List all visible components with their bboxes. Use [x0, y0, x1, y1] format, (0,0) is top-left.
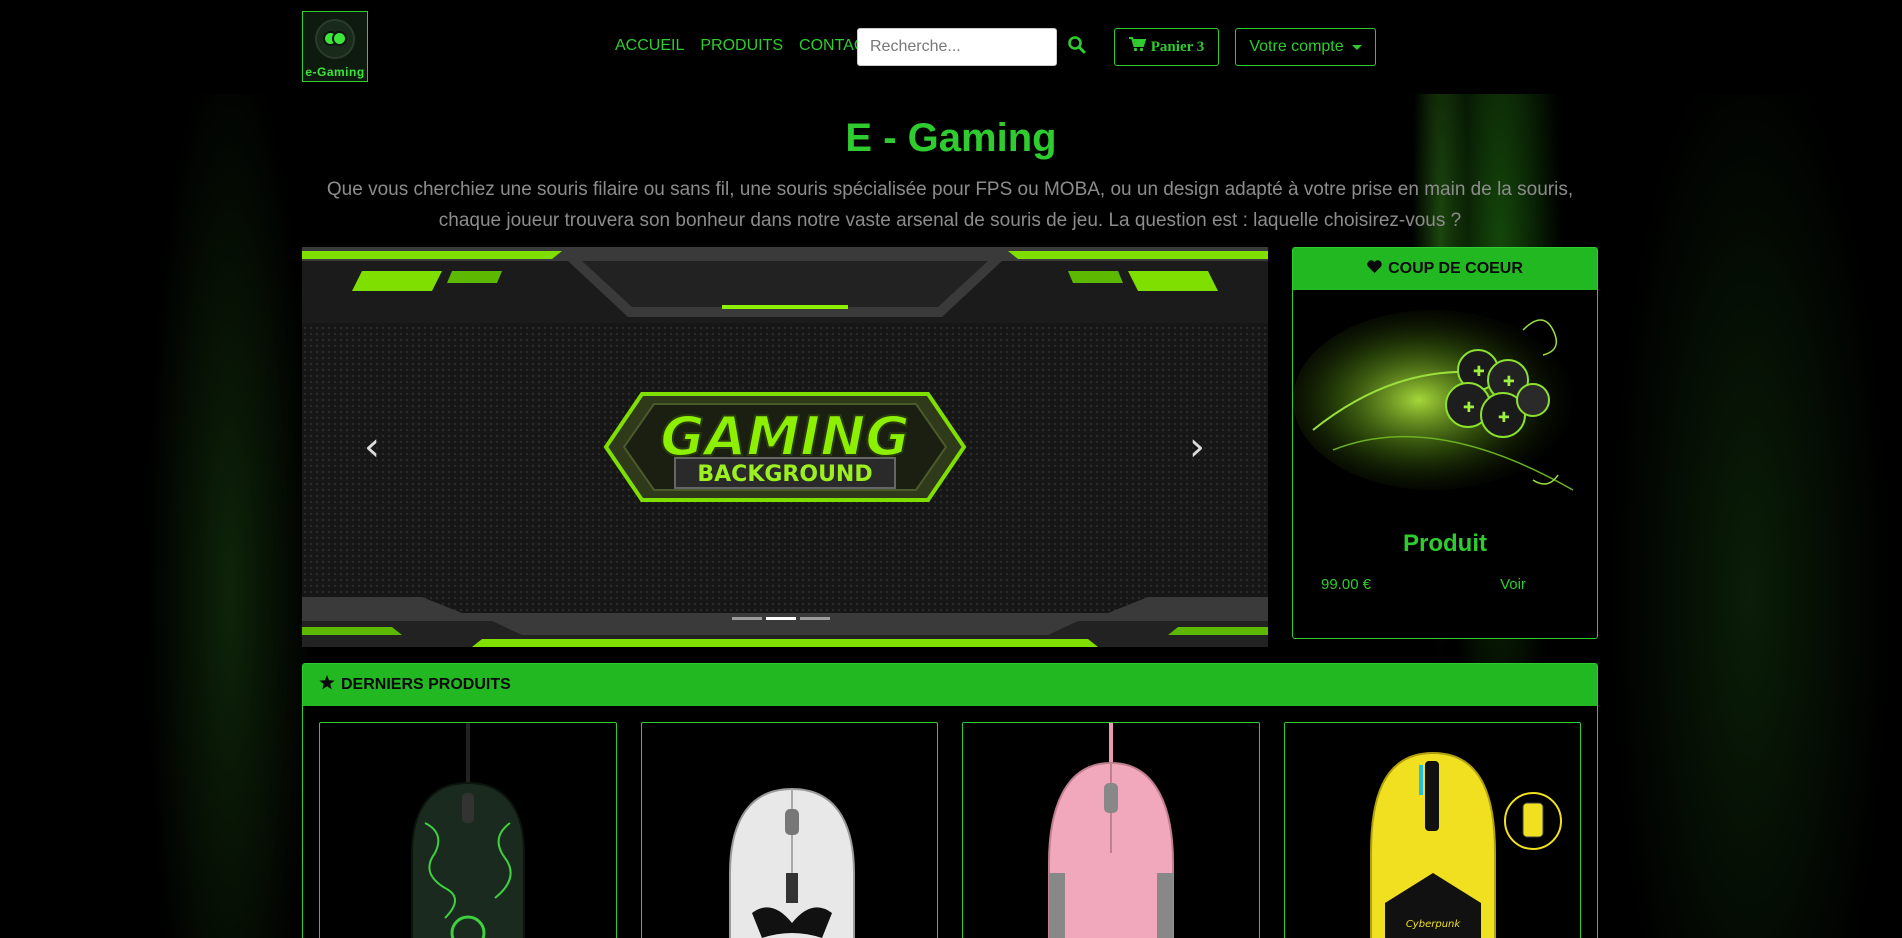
product-card[interactable]: [962, 722, 1260, 938]
pink-mouse-icon: [1048, 723, 1174, 938]
coup-de-coeur-price: 99.00 €: [1321, 576, 1372, 593]
coup-de-coeur-footer: 99.00 € Voir: [1293, 576, 1597, 593]
account-dropdown[interactable]: Votre compte: [1235, 28, 1376, 66]
product-card[interactable]: Cyberpunk: [1283, 722, 1581, 938]
chevron-down-icon: [1351, 44, 1362, 50]
cart-button[interactable]: Panier 3: [1114, 28, 1219, 66]
svg-text:Cyberpunk: Cyberpunk: [1405, 919, 1461, 930]
search-icon[interactable]: [1066, 34, 1088, 56]
cyberpunk-yellow-mouse-icon: Cyberpunk: [1369, 751, 1562, 938]
carousel-indicators: [732, 617, 830, 620]
carousel-bottom-frame: [302, 597, 1268, 647]
svg-text:BACKGROUND: BACKGROUND: [697, 462, 872, 487]
carousel-indicator-1[interactable]: [732, 617, 762, 620]
stormtrooper-mouse-icon: [728, 787, 855, 938]
cart-icon: [1128, 37, 1147, 57]
carousel-top-frame: [302, 247, 1268, 323]
latest-products-header: DERNIERS PRODUITS: [303, 664, 1597, 706]
svg-text:✚: ✚: [1463, 400, 1475, 416]
nav-accueil[interactable]: ACCUEIL: [615, 37, 684, 55]
carousel-prev-icon[interactable]: ‹: [357, 427, 387, 467]
latest-products-panel: DERNIERS PRODUITS Cyberpunk: [302, 663, 1598, 938]
coup-de-coeur-image[interactable]: ✚ ✚ ✚ ✚: [1293, 290, 1597, 518]
product-card[interactable]: [640, 722, 938, 938]
coup-de-coeur-voir-link[interactable]: Voir: [1443, 576, 1593, 593]
nav-produits[interactable]: PRODUITS: [700, 37, 783, 55]
carousel-next-icon[interactable]: ›: [1182, 427, 1212, 467]
coup-de-coeur-header: COUP DE COEUR: [1293, 248, 1597, 290]
heart-icon: [1367, 260, 1382, 278]
page-subtitle: Que vous cherchiez une souris filaire ou…: [326, 179, 1574, 231]
coup-de-coeur-name: Produit: [1403, 530, 1487, 557]
svg-text:✚: ✚: [1498, 410, 1510, 426]
gaming-background-logo: GAMING BACKGROUND: [603, 392, 967, 502]
main-nav: ACCUEIL PRODUITS CONTACT: [615, 37, 891, 55]
latest-products-title: DERNIERS PRODUITS: [341, 676, 511, 693]
svg-text:✚: ✚: [1503, 374, 1515, 390]
coup-de-coeur-card: COUP DE COEUR ✚ ✚ ✚ ✚ Produit 99.00 € Vo…: [1292, 247, 1598, 639]
carousel-indicator-2[interactable]: [766, 617, 796, 620]
svg-text:✚: ✚: [1473, 364, 1485, 380]
carousel-indicator-3[interactable]: [800, 617, 830, 620]
site-logo[interactable]: e-Gaming: [302, 11, 368, 82]
logo-mascot-icon: [315, 19, 355, 59]
product-list: Cyberpunk: [303, 706, 1597, 938]
star-icon: [319, 675, 335, 695]
search-input[interactable]: [857, 28, 1057, 66]
razer-green-mouse-icon: [411, 723, 525, 938]
product-card[interactable]: [319, 722, 617, 938]
coup-de-coeur-title: COUP DE COEUR: [1388, 260, 1523, 277]
hero-carousel: GAMING BACKGROUND ‹ ›: [302, 247, 1268, 647]
logo-text: e-Gaming: [305, 65, 365, 79]
navbar: e-Gaming ACCUEIL PRODUITS CONTACT Panier…: [0, 0, 1902, 94]
account-label: Votre compte: [1249, 38, 1344, 55]
page-title: E - Gaming: [845, 116, 1057, 160]
cart-label: Panier 3: [1150, 38, 1205, 55]
